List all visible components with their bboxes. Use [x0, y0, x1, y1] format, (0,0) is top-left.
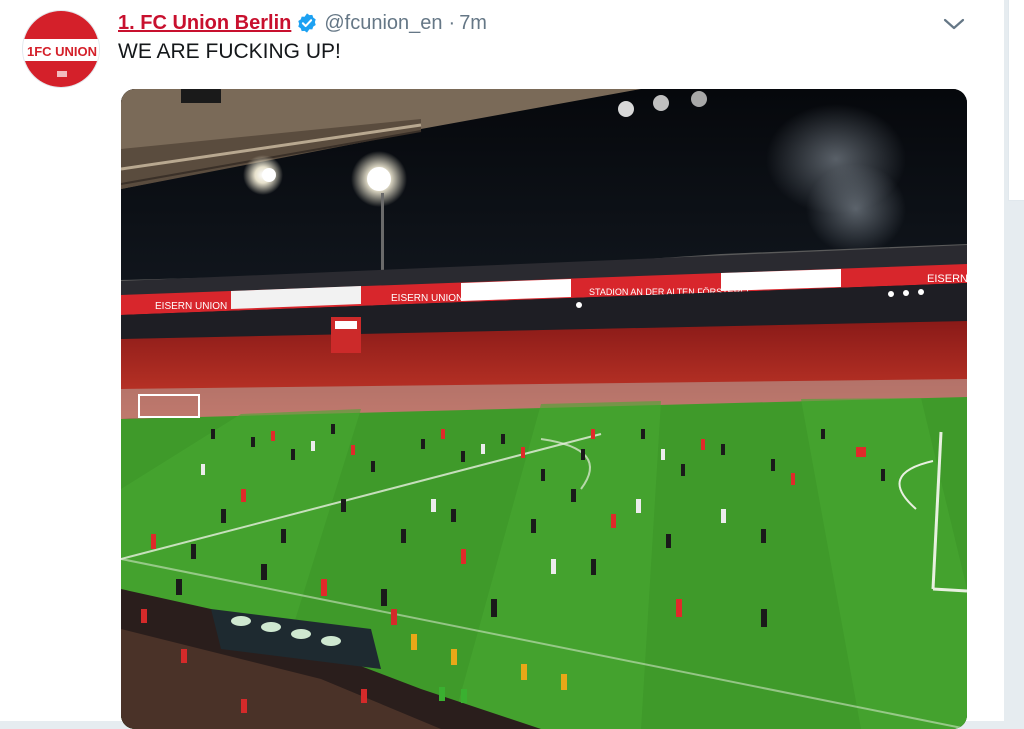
- banner-text: EISERN UNION: [155, 301, 227, 312]
- tweet-text: WE ARE FUCKING UP!: [118, 40, 341, 63]
- stadium-celebration-photo: EISERN UNION EISERN UNION STADION AN DER…: [121, 89, 967, 729]
- banner-text: EISERN: [927, 273, 967, 285]
- display-name[interactable]: 1. FC Union Berlin: [118, 12, 291, 35]
- timestamp[interactable]: 7m: [459, 12, 487, 35]
- fc-union-berlin-crest-icon: 1FC UNION: [23, 11, 99, 87]
- sidebar-module: [1008, 0, 1024, 201]
- right-sidebar: [1004, 0, 1024, 721]
- tweet-photo[interactable]: EISERN UNION EISERN UNION STADION AN DER…: [121, 89, 967, 729]
- chevron-down-icon[interactable]: [940, 12, 968, 36]
- tweet-card: 1FC UNION 1. FC Union Berlin @fcunion_en…: [0, 0, 1004, 729]
- svg-text:1FC UNION: 1FC UNION: [27, 44, 97, 59]
- banner-text: EISERN UNION: [391, 293, 463, 304]
- tweet-header: 1. FC Union Berlin @fcunion_en · 7m: [118, 9, 487, 37]
- separator-dot: ·: [448, 11, 456, 34]
- verified-badge-icon: [296, 12, 318, 34]
- handle[interactable]: @fcunion_en: [324, 12, 442, 35]
- avatar[interactable]: 1FC UNION: [22, 10, 100, 88]
